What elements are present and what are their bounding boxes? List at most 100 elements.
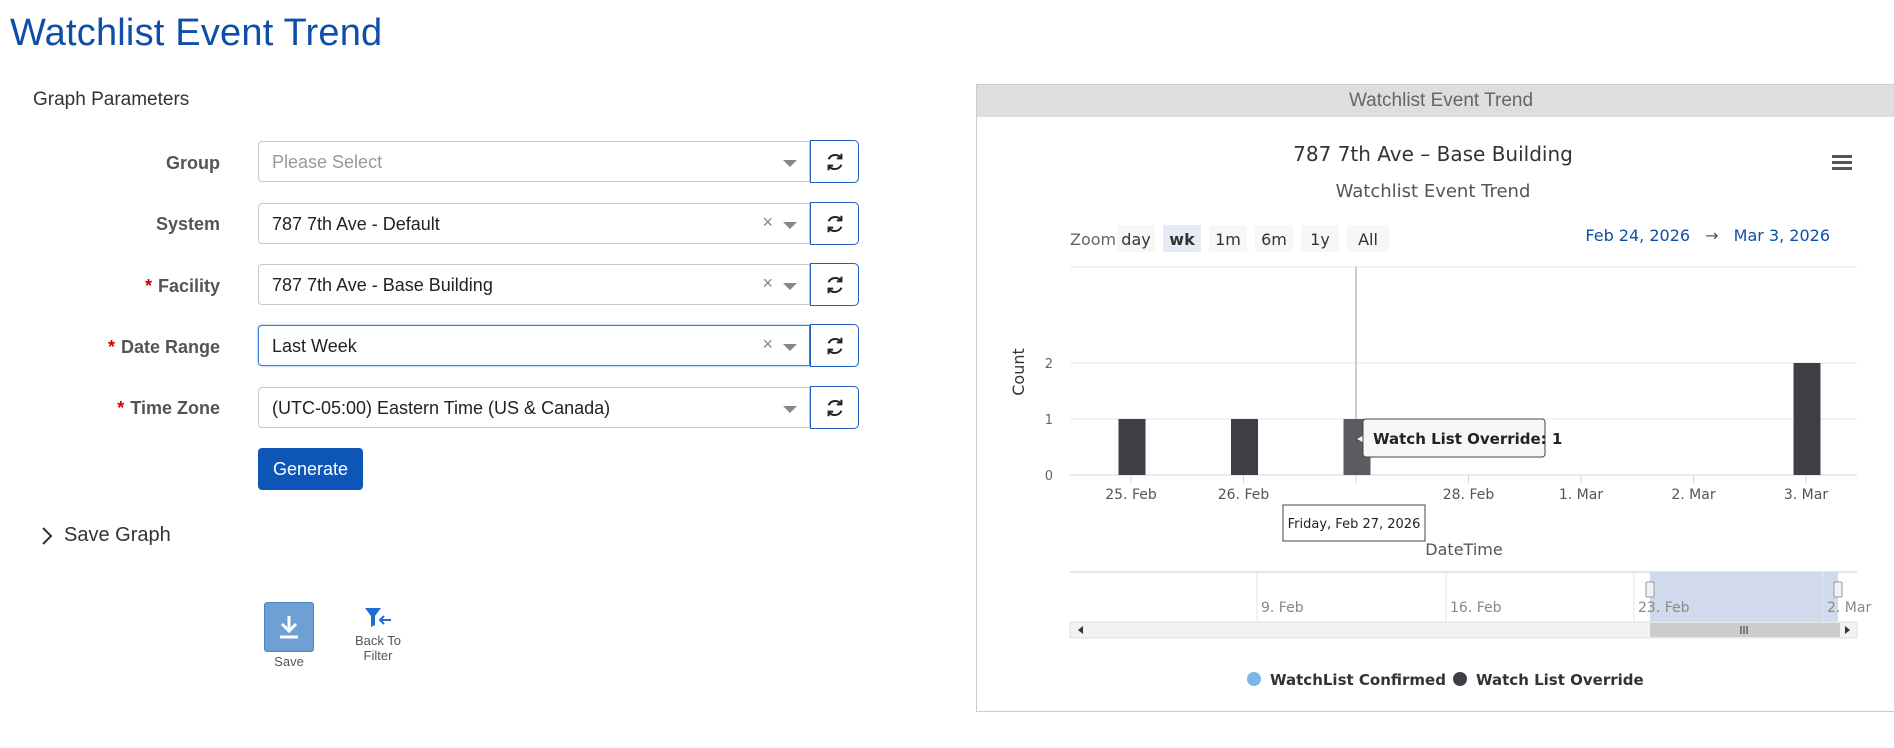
hamburger-menu-icon[interactable] (1832, 155, 1852, 170)
time-zone-refresh-button[interactable] (810, 386, 859, 429)
time-zone-select[interactable]: (UTC-05:00) Eastern Time (US & Canada) (258, 387, 810, 428)
date-range-label: * Date Range (107, 337, 220, 357)
bar-watch-list-override[interactable] (1118, 419, 1146, 475)
x-tick-label: 26. Feb (1218, 487, 1270, 503)
svg-text:wk: wk (1169, 230, 1195, 249)
bar-watch-list-override[interactable] (1231, 419, 1258, 475)
back-to-filter-label-line1: Back To (354, 633, 401, 648)
zoom-label: Zoom (1070, 230, 1116, 249)
clear-icon[interactable]: × (762, 273, 773, 294)
page-title: Watchlist Event Trend (10, 12, 383, 54)
svg-text:1y: 1y (1310, 230, 1330, 249)
save-tool-label: Save (274, 654, 304, 669)
chart-subtitle: Watchlist Event Trend (1336, 181, 1531, 202)
zoom-button-wk[interactable]: wk (1163, 225, 1201, 252)
chart-panel: Watchlist Event Trend 787 7th Ave – Base… (976, 84, 1894, 712)
y-tick-label: 0 (1045, 469, 1053, 484)
system-refresh-button[interactable] (810, 202, 859, 245)
svg-text:1m: 1m (1215, 230, 1241, 249)
navigator-label: 9. Feb (1261, 600, 1304, 616)
tooltip-series: Watch List Override (1373, 430, 1541, 448)
legend-item-watchlist-confirmed[interactable]: WatchList Confirmed (1247, 671, 1446, 689)
svg-text:day: day (1121, 230, 1150, 249)
facility-select-value: 787 7th Ave - Base Building (272, 275, 493, 295)
chart-svg: 787 7th Ave – Base Building Watchlist Ev… (1009, 142, 1871, 689)
facility-select[interactable]: 787 7th Ave - Base Building × (258, 264, 810, 305)
group-label: Group (166, 153, 220, 173)
chart-legend: WatchList Confirmed Watch List Override (1247, 671, 1644, 689)
x-tick-label: 2. Mar (1671, 487, 1715, 503)
chevron-down-icon[interactable] (783, 406, 797, 413)
chevron-right-icon (42, 526, 53, 545)
chart-panel-header: Watchlist Event Trend (977, 85, 1894, 117)
x-tick-label: 1. Mar (1559, 487, 1603, 503)
chevron-down-icon[interactable] (783, 283, 797, 290)
date-range-to[interactable]: Mar 3, 2026 (1734, 226, 1830, 245)
navigator-left-handle[interactable] (1645, 581, 1655, 598)
x-tick-label: 28. Feb (1443, 487, 1495, 503)
navigator-right-handle[interactable] (1833, 581, 1843, 598)
generate-button[interactable]: Generate (258, 448, 363, 490)
chevron-down-icon[interactable] (783, 160, 797, 167)
y-tick-label: 2 (1045, 357, 1053, 372)
y-tick-label: 1 (1045, 413, 1053, 428)
navigator-scrollbar-thumb[interactable] (1650, 623, 1840, 637)
date-range-display[interactable]: Feb 24, 2026 → Mar 3, 2026 (1585, 226, 1830, 245)
svg-text:6m: 6m (1261, 230, 1287, 249)
navigator-label: 23. Feb (1638, 600, 1690, 616)
group-refresh-button[interactable] (810, 140, 859, 183)
group-select-value: Please Select (272, 152, 383, 172)
chevron-down-icon[interactable] (783, 222, 797, 229)
legend-item-watch-list-override[interactable]: Watch List Override (1453, 671, 1644, 689)
refresh-icon (827, 399, 842, 416)
system-select[interactable]: 787 7th Ave - Default × (258, 203, 810, 244)
x-axis-label: DateTime (1425, 540, 1502, 559)
y-axis-label: Count (1009, 348, 1028, 396)
date-range-from[interactable]: Feb 24, 2026 (1585, 226, 1690, 245)
date-range-select[interactable]: Last Week × (258, 325, 810, 366)
date-range-refresh-button[interactable] (810, 324, 859, 367)
zoom-button-day[interactable]: day (1117, 225, 1155, 252)
facility-label: * Facility (144, 276, 220, 296)
svg-text:Friday, Feb 27, 2026: Friday, Feb 27, 2026 (1288, 517, 1421, 532)
legend-label-override: Watch List Override (1476, 671, 1644, 689)
clear-icon[interactable]: × (762, 334, 773, 355)
refresh-icon (827, 215, 842, 232)
navigator-label: 16. Feb (1450, 600, 1502, 616)
legend-label-confirmed: WatchList Confirmed (1270, 671, 1446, 689)
zoom-button-All[interactable]: All (1347, 225, 1389, 252)
legend-marker-override (1453, 672, 1467, 686)
chevron-down-icon[interactable] (783, 344, 797, 351)
zoom-buttons: day wk 1m 6m 1y All (1117, 225, 1389, 252)
bar-watch-list-override[interactable] (1793, 363, 1821, 475)
graph-parameters-title: Graph Parameters (33, 89, 190, 110)
zoom-button-1m[interactable]: 1m (1209, 225, 1247, 252)
refresh-icon (827, 153, 842, 170)
date-range-select-value: Last Week (272, 336, 357, 356)
back-to-filter-label-line2: Filter (363, 648, 393, 663)
svg-text:All: All (1358, 230, 1378, 249)
chart-tooltip: Watch List Override: 1 (1354, 418, 1562, 458)
range-arrow: → (1705, 226, 1718, 245)
refresh-icon (827, 276, 842, 293)
navigator[interactable]: 9. Feb 16. Feb 23. Feb 2. Mar (1069, 571, 1871, 639)
clear-icon[interactable]: × (762, 212, 773, 233)
plot-area: 0 1 2 25. Feb 26. Feb 28. Feb 1. Mar 2. Mar 3. M… (1045, 266, 1857, 503)
chart-title: 787 7th Ave – Base Building (1293, 142, 1573, 166)
navigator-label: 2. Mar (1827, 600, 1871, 616)
zoom-button-1y[interactable]: 1y (1301, 225, 1339, 252)
x-tick-label: 25. Feb (1105, 487, 1157, 503)
save-graph-toggle[interactable]: Save Graph (40, 524, 171, 547)
zoom-button-6m[interactable]: 6m (1255, 225, 1293, 252)
filter-back-icon (365, 608, 391, 627)
group-select[interactable]: Please Select (258, 141, 810, 182)
back-to-filter-button[interactable]: Back To Filter (348, 606, 408, 663)
system-label: System (155, 214, 220, 234)
save-tool-button[interactable]: Save (264, 602, 314, 669)
time-zone-label: * Time Zone (117, 398, 220, 418)
system-select-value: 787 7th Ave - Default (272, 214, 440, 234)
crosshair-date-label: Friday, Feb 27, 2026 (1282, 504, 1426, 542)
save-graph-label: Save Graph (64, 524, 171, 546)
svg-text:Watch List Override: 1: Watch List Override: 1 (1373, 430, 1562, 448)
facility-refresh-button[interactable] (810, 263, 859, 306)
